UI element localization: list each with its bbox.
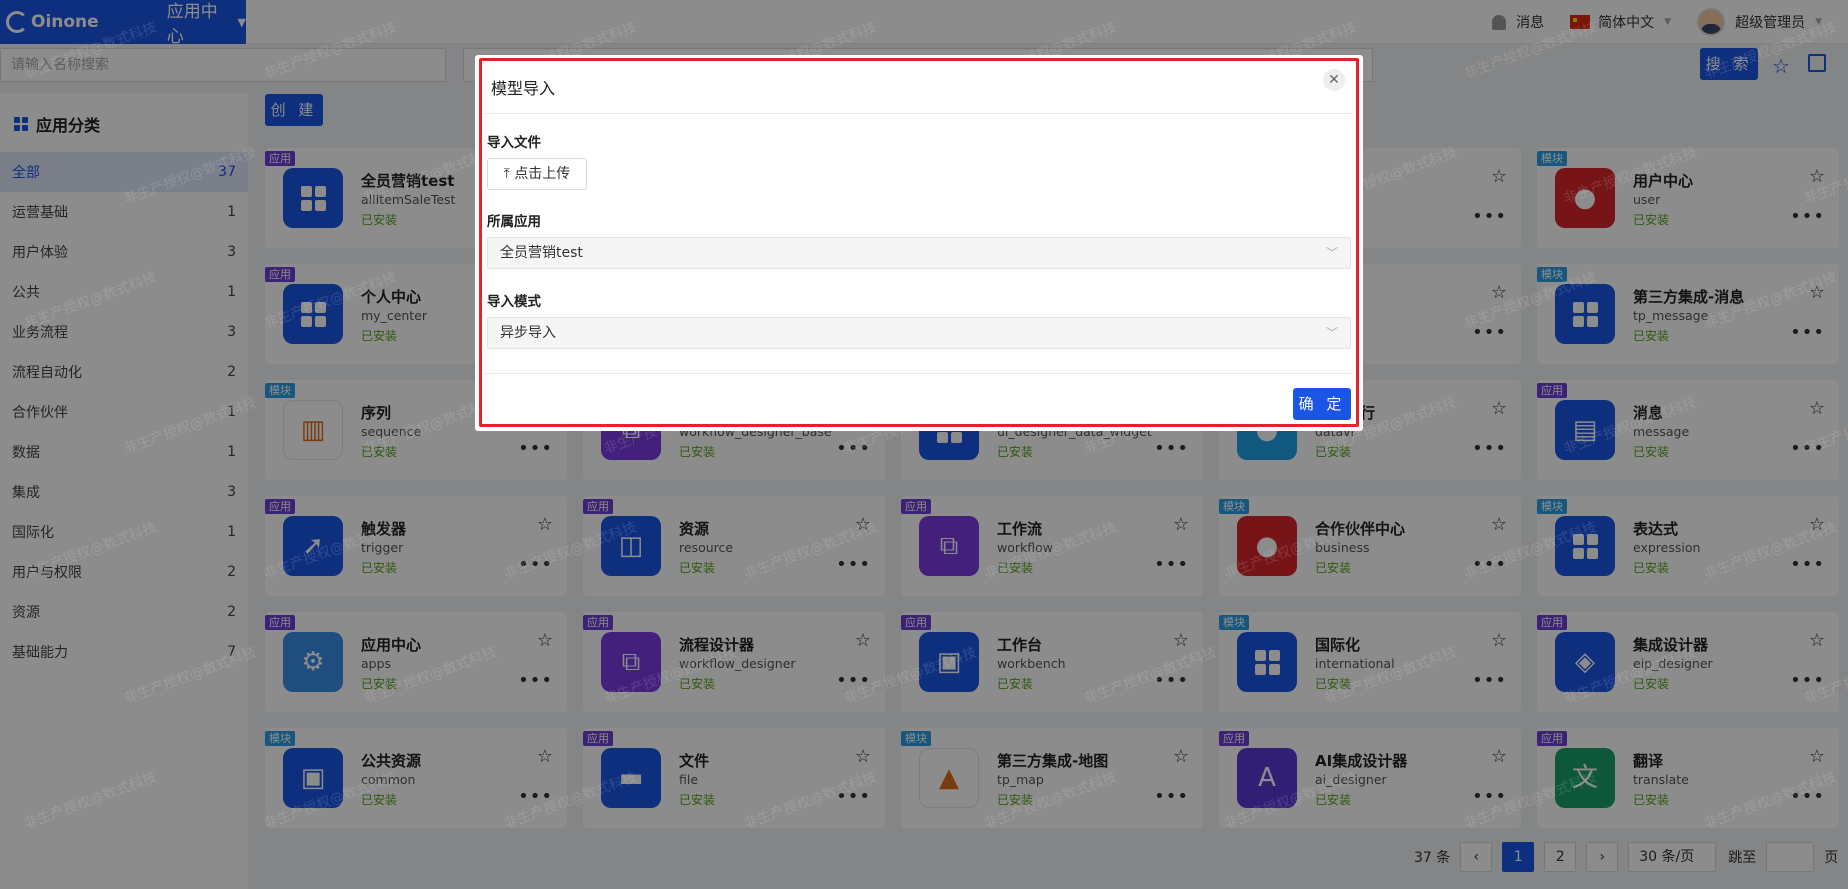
- watermark-text: 非生产授权@数式科技: [121, 144, 259, 208]
- watermark-text: 非生产授权@数式科技: [741, 519, 879, 583]
- watermark-text: 非生产授权@数式科技: [841, 644, 979, 708]
- watermark-text: 非生产授权@数式科技: [981, 769, 1119, 833]
- watermark-text: 非生产授权@数式科技: [1701, 519, 1839, 583]
- watermark-text: 非生产授权@数式科技: [121, 394, 259, 458]
- watermark-text: 非生产授权@数式科技: [741, 769, 879, 833]
- watermark-text: 非生产授权@数式科技: [981, 519, 1119, 583]
- watermark-text: 非生产授权@数式科技: [21, 519, 159, 583]
- watermark-text: 非生产授权@数式科技: [1561, 144, 1699, 208]
- watermark-text: 非生产授权@数式科技: [1701, 19, 1839, 83]
- watermark-text: 非生产授权@数式科技: [1561, 644, 1699, 708]
- mode-select[interactable]: 异步导入 ﹀: [487, 317, 1351, 349]
- mode-label: 导入模式: [487, 294, 541, 310]
- watermark-text: 非生产授权@数式科技: [1081, 644, 1219, 708]
- divider: [485, 113, 1353, 114]
- model-import-dialog: 模型导入 ✕ 导入文件 ⤒ 点击上传 所属应用 全员营销test ﹀ 导入模式 异…: [475, 55, 1363, 431]
- watermark-text: 非生产授权@数式科技: [1461, 769, 1599, 833]
- watermark-text: 非生产授权@数式科技: [21, 269, 159, 333]
- watermark-text: 非生产授权@数式科技: [1561, 394, 1699, 458]
- app-label: 所属应用: [487, 214, 541, 230]
- chevron-down-icon: ﹀: [1325, 246, 1338, 260]
- watermark-text: 非生产授权@数式科技: [1461, 519, 1599, 583]
- file-label: 导入文件: [487, 135, 541, 151]
- watermark-text: 非生产授权@数式科技: [21, 769, 159, 833]
- watermark-text: 非生产授权@数式科技: [1801, 644, 1848, 708]
- watermark-text: 非生产授权@数式科技: [261, 269, 399, 333]
- watermark-text: 非生产授权@数式科技: [1801, 144, 1848, 208]
- dialog-title: 模型导入: [491, 79, 556, 98]
- watermark-text: 非生产授权@数式科技: [1701, 269, 1839, 333]
- confirm-button[interactable]: 确 定: [1293, 388, 1351, 420]
- watermark-text: 非生产授权@数式科技: [1321, 644, 1459, 708]
- app-select[interactable]: 全员营销test ﹀: [487, 237, 1351, 269]
- watermark-text: 非生产授权@数式科技: [1701, 769, 1839, 833]
- watermark-text: 非生产授权@数式科技: [501, 519, 639, 583]
- watermark-text: 非生产授权@数式科技: [1461, 269, 1599, 333]
- chevron-down-icon: ﹀: [1325, 326, 1338, 340]
- watermark-text: 非生产授权@数式科技: [501, 769, 639, 833]
- close-icon[interactable]: ✕: [1323, 69, 1345, 91]
- watermark-text: 非生产授权@数式科技: [261, 769, 399, 833]
- watermark-text: 非生产授权@数式科技: [1221, 519, 1359, 583]
- watermark-text: 非生产授权@数式科技: [1461, 19, 1599, 83]
- watermark-text: 非生产授权@数式科技: [121, 644, 259, 708]
- watermark-text: 非生产授权@数式科技: [261, 519, 399, 583]
- watermark-text: 非生产授权@数式科技: [1221, 769, 1359, 833]
- upload-icon: ⤒: [503, 166, 515, 182]
- divider: [485, 373, 1353, 374]
- upload-button[interactable]: ⤒ 点击上传: [487, 158, 587, 190]
- watermark-text: 非生产授权@数式科技: [1801, 394, 1848, 458]
- watermark-text: 非生产授权@数式科技: [601, 644, 739, 708]
- watermark-text: 非生产授权@数式科技: [361, 644, 499, 708]
- watermark-text: 非生产授权@数式科技: [261, 19, 399, 83]
- watermark-text: 非生产授权@数式科技: [21, 19, 159, 83]
